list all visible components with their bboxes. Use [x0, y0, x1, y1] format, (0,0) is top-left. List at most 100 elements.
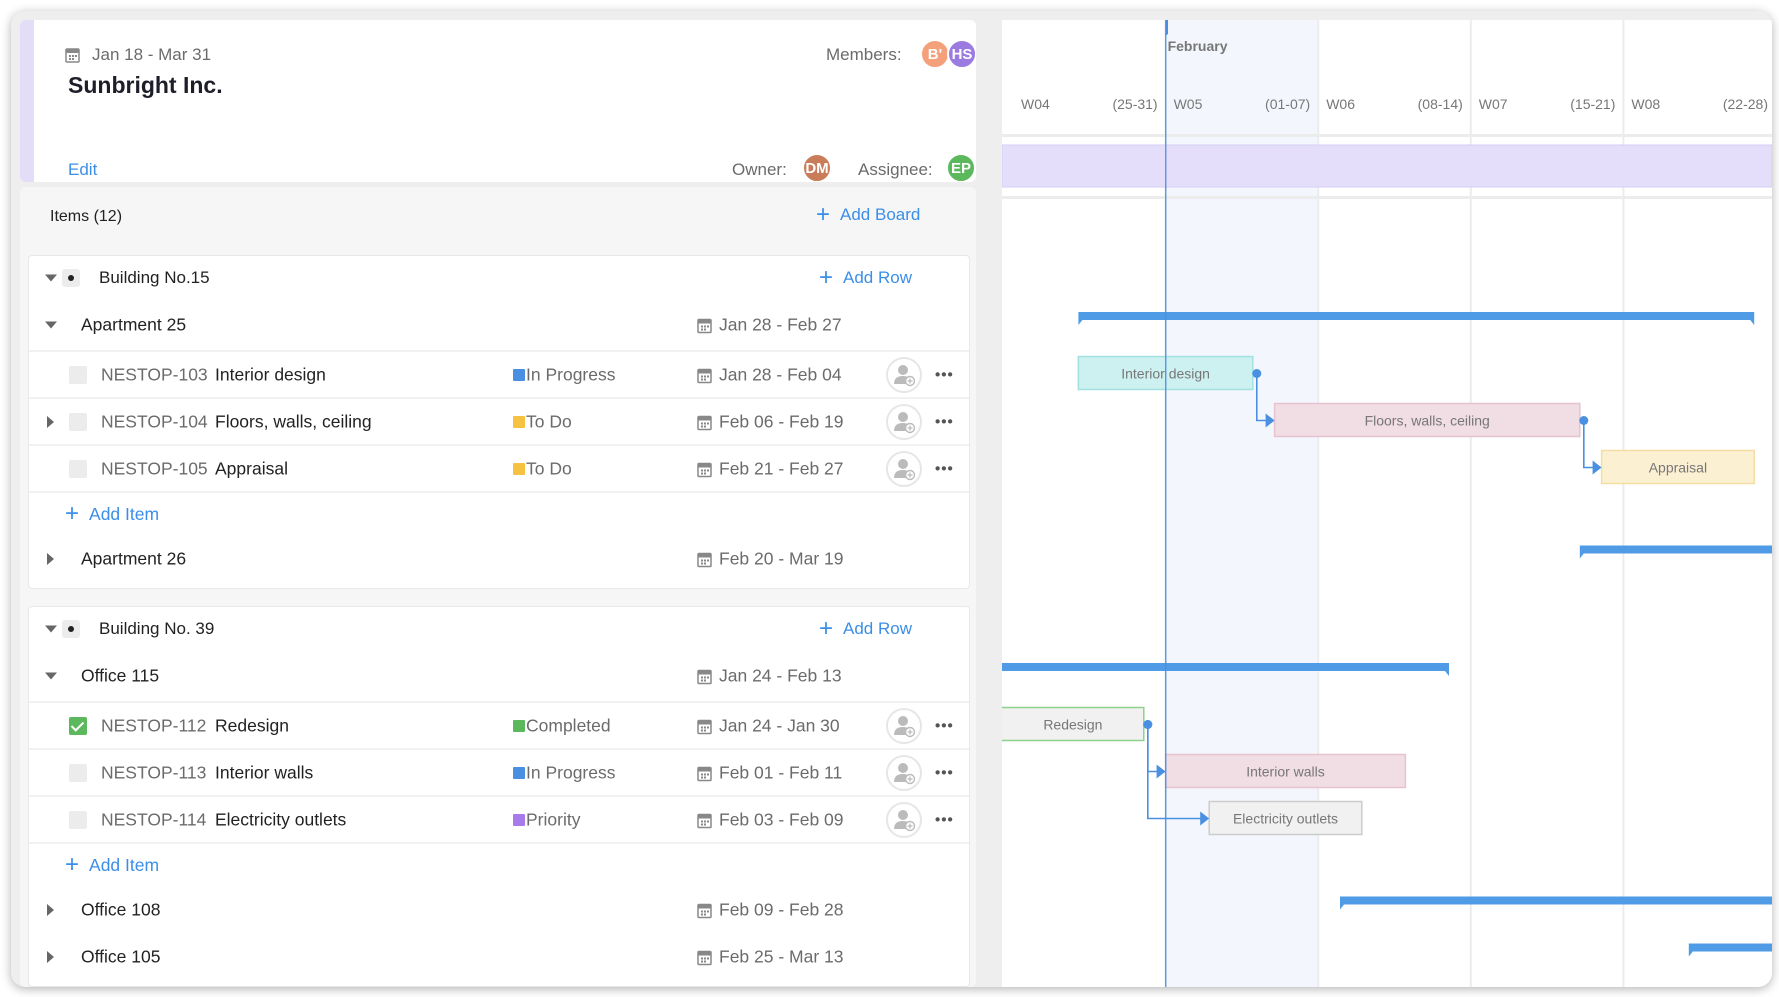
task-dates[interactable]: Jan 28 - Feb 04 — [719, 364, 842, 385]
member-avatar[interactable]: HS — [947, 39, 976, 69]
task-status[interactable]: In Progress — [526, 762, 615, 783]
task-dates[interactable]: Jan 24 - Jan 30 — [719, 715, 840, 736]
task-status[interactable]: To Do — [526, 458, 572, 479]
project-band — [1002, 144, 1772, 188]
member-avatar[interactable]: B' — [920, 39, 950, 69]
calendar-icon — [65, 48, 80, 63]
assign-user-button[interactable] — [886, 801, 922, 838]
group-row[interactable]: Office 115 Jan 24 - Feb 13 — [29, 651, 969, 701]
assignee-label: Assignee: — [858, 160, 933, 179]
task-checkbox[interactable] — [69, 716, 87, 735]
add-board-button[interactable]: + Add Board — [816, 201, 920, 229]
task-row[interactable]: NESTOP-112 Redesign Completed Jan 24 - Jan … — [29, 701, 969, 748]
task-title[interactable]: Interior design — [215, 364, 326, 385]
caret-down-icon[interactable] — [45, 321, 57, 329]
task-checkbox[interactable] — [69, 365, 87, 384]
dependency-handle-icon[interactable] — [1143, 720, 1153, 729]
add-item-link[interactable]: + Add Item — [65, 851, 159, 879]
more-options-icon[interactable]: ••• — [935, 764, 954, 781]
assignee-avatar[interactable]: EP — [946, 153, 976, 182]
week-label: W06 — [1326, 96, 1355, 112]
task-id: NESTOP-103 — [101, 364, 208, 384]
task-title[interactable]: Electricity outlets — [215, 809, 346, 830]
today-line[interactable] — [1165, 20, 1167, 987]
group-name: Office 105 — [81, 946, 161, 966]
week-label: W05 — [1173, 96, 1203, 112]
caret-right-icon[interactable] — [47, 415, 54, 428]
more-options-icon[interactable]: ••• — [935, 717, 954, 734]
add-row-button[interactable]: + Add Row — [819, 264, 912, 292]
assign-user-button[interactable] — [886, 403, 922, 440]
task-title[interactable]: Redesign — [215, 715, 289, 736]
group-summary-bar[interactable] — [1579, 545, 1772, 559]
group-row[interactable]: Apartment 26 Feb 20 - Mar 19 — [29, 535, 969, 582]
dependency-connector[interactable] — [1147, 724, 1162, 773]
board-drag-handle[interactable] — [62, 269, 80, 287]
week-header: W04 (25-31) — [1015, 20, 1162, 123]
more-options-icon[interactable]: ••• — [935, 460, 954, 477]
calendar-icon — [697, 462, 712, 477]
task-checkbox[interactable] — [69, 412, 87, 431]
dependency-connector[interactable] — [1583, 420, 1598, 469]
add-item-button[interactable]: + Add Item — [29, 842, 969, 886]
add-row-button[interactable]: + Add Row — [819, 615, 912, 643]
more-options-icon[interactable]: ••• — [935, 413, 954, 430]
week-label: W07 — [1478, 96, 1508, 112]
task-row[interactable]: NESTOP-104 Floors, walls, ceiling To Do Feb… — [29, 397, 969, 444]
edit-link[interactable]: Edit — [68, 160, 97, 180]
group-row[interactable]: Office 108 Feb 09 - Feb 28 — [29, 886, 969, 933]
group-row[interactable]: Apartment 25 Jan 28 - Feb 27 — [29, 300, 969, 350]
collapse-caret-icon[interactable] — [45, 625, 57, 633]
board-drag-handle[interactable] — [62, 620, 80, 638]
task-dates[interactable]: Feb 03 - Feb 09 — [719, 809, 844, 830]
task-checkbox[interactable] — [69, 459, 87, 478]
task-row[interactable]: NESTOP-103 Interior design In Progress Jan … — [29, 350, 969, 397]
dependency-handle-icon[interactable] — [1252, 369, 1262, 378]
status-color-icon — [513, 462, 525, 475]
add-item-link[interactable]: + Add Item — [65, 500, 159, 528]
caret-right-icon[interactable] — [47, 552, 54, 565]
week-range: (08-14) — [1417, 96, 1463, 112]
task-title[interactable]: Interior walls — [215, 762, 313, 783]
task-checkbox[interactable] — [69, 810, 87, 829]
group-dates: Feb 09 - Feb 28 — [719, 899, 844, 919]
calendar-icon — [697, 719, 712, 734]
assign-user-button[interactable] — [886, 707, 922, 744]
calendar-icon — [697, 552, 712, 567]
caret-right-icon[interactable] — [47, 950, 54, 963]
caret-right-icon[interactable] — [47, 903, 54, 916]
assign-user-button[interactable] — [886, 450, 922, 487]
task-status[interactable]: Priority — [526, 809, 580, 830]
collapse-caret-icon[interactable] — [45, 274, 57, 282]
task-title[interactable]: Floors, walls, ceiling — [215, 411, 372, 432]
task-title[interactable]: Appraisal — [215, 458, 288, 479]
week-header: W05 (01-07) — [1167, 20, 1315, 123]
dependency-handle-icon[interactable] — [1579, 416, 1589, 425]
group-summary-bar[interactable] — [1340, 896, 1772, 910]
task-row[interactable]: NESTOP-113 Interior walls In Progress Feb 0… — [29, 748, 969, 795]
owner-avatar[interactable]: DM — [802, 153, 832, 182]
task-dates[interactable]: Feb 21 - Feb 27 — [719, 458, 844, 479]
group-summary-bar[interactable] — [1688, 943, 1772, 957]
add-user-icon — [894, 411, 916, 433]
task-id: NESTOP-114 — [101, 809, 207, 829]
group-row[interactable]: Office 105 Feb 25 - Mar 13 — [29, 933, 969, 980]
task-dates[interactable]: Feb 01 - Feb 11 — [719, 762, 842, 783]
more-options-icon[interactable]: ••• — [935, 366, 954, 383]
task-status[interactable]: Completed — [526, 715, 611, 736]
plus-icon: + — [65, 851, 80, 878]
add-item-button[interactable]: + Add Item — [29, 491, 969, 535]
project-date-range: Jan 18 - Mar 31 — [92, 45, 212, 64]
task-dates[interactable]: Feb 06 - Feb 19 — [719, 411, 844, 432]
caret-down-icon[interactable] — [45, 672, 57, 680]
task-row[interactable]: NESTOP-114 Electricity outlets Priority Feb… — [29, 795, 969, 842]
assign-user-button[interactable] — [886, 356, 922, 393]
task-row[interactable]: NESTOP-105 Appraisal To Do Feb 21 - Feb 27 •… — [29, 444, 969, 491]
more-options-icon[interactable]: ••• — [935, 811, 954, 828]
add-item-label: Add Item — [89, 503, 160, 524]
dependency-arrow-icon — [1592, 460, 1602, 475]
task-status[interactable]: To Do — [526, 411, 572, 432]
assign-user-button[interactable] — [886, 754, 922, 791]
task-status[interactable]: In Progress — [526, 364, 615, 385]
task-checkbox[interactable] — [69, 763, 87, 782]
